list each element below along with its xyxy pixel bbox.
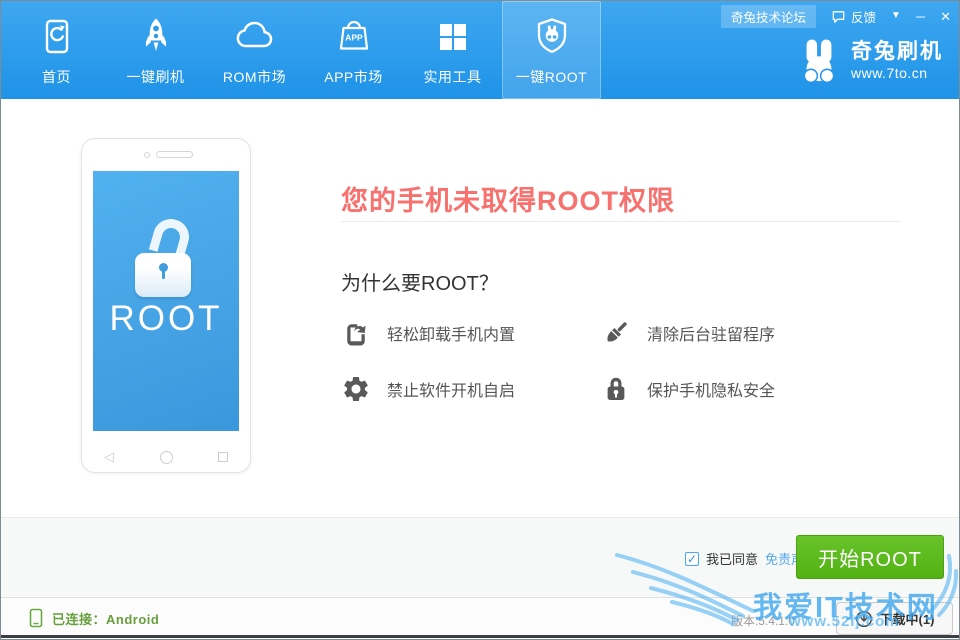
version-label: 版本:5.4.1.0	[731, 612, 795, 629]
close-button[interactable]: ✕	[940, 10, 951, 23]
window-controls: 奇兔技术论坛 反馈 ▼ ─ ✕	[721, 5, 951, 27]
phone-camera-dot	[144, 152, 150, 158]
brand-logo: 奇兔刷机 www.7to.cn	[797, 37, 943, 84]
gear-icon	[341, 374, 371, 404]
main-nav: 首页 一键刷机	[7, 1, 601, 99]
rabbit-logo-icon	[797, 37, 841, 84]
tab-one-key-root-label: 一键ROOT	[516, 67, 587, 87]
app-bag-text: APP	[345, 32, 363, 42]
download-button[interactable]: 下载中(1)	[836, 602, 953, 635]
cloud-icon	[232, 14, 278, 60]
screen-root-label: ROOT	[93, 299, 239, 339]
feature-label: 禁止软件开机自启	[387, 377, 515, 401]
footer-panel: ✓ 我已同意 免责声明 开始ROOT	[1, 517, 959, 597]
tab-home[interactable]: 首页	[7, 1, 106, 99]
home-refresh-icon	[34, 14, 80, 60]
tab-rom-market[interactable]: ROM市场	[205, 1, 304, 99]
android-home-icon	[160, 451, 173, 464]
chevron-down-icon[interactable]: ▼	[891, 11, 901, 21]
phone-connected-icon	[29, 608, 43, 628]
minimize-button[interactable]: ─	[916, 10, 925, 23]
feature-label: 保护手机隐私安全	[647, 377, 775, 401]
tab-rom-market-label: ROM市场	[223, 67, 286, 87]
app-window: 首页 一键刷机	[0, 0, 960, 640]
android-back-icon: ◁	[104, 449, 114, 465]
tab-one-key-root[interactable]: 一键ROOT	[502, 1, 601, 99]
tab-app-market[interactable]: APP APP市场	[304, 1, 403, 99]
tab-tools[interactable]: 实用工具	[403, 1, 502, 99]
agree-label: 我已同意	[706, 549, 758, 568]
tab-tools-label: 实用工具	[424, 67, 482, 87]
download-label: 下载中(1)	[880, 609, 935, 628]
feature-label: 轻松卸载手机内置	[387, 321, 515, 345]
feature-label: 清除后台驻留程序	[647, 321, 775, 345]
why-root-heading: 为什么要ROOT？	[341, 267, 499, 296]
keyhole-stem	[162, 270, 165, 279]
speech-bubble-icon	[831, 9, 846, 24]
download-icon	[855, 610, 873, 628]
phone-nav-buttons: ◁	[104, 447, 228, 467]
phone-earpiece-bar	[156, 151, 193, 158]
forum-button[interactable]: 奇兔技术论坛	[721, 5, 816, 28]
feedback-button[interactable]: 反馈	[831, 7, 876, 26]
main-content: ROOT ◁ 您的手机未取得ROOT权限 为什么要ROOT？ 轻松卸载手机内置	[1, 99, 959, 517]
lock-icon	[601, 374, 631, 404]
connection-status: 已连接：Android	[29, 608, 159, 628]
feature-clean: 清除后台驻留程序	[601, 313, 901, 353]
connection-label: 已连接：Android	[52, 609, 159, 628]
feature-uninstall: 轻松卸载手机内置	[341, 313, 601, 353]
uninstall-phone-icon	[341, 318, 371, 348]
header: 首页 一键刷机	[1, 1, 959, 99]
tab-flash-label: 一键刷机	[127, 67, 185, 87]
lock-body-icon	[135, 253, 191, 297]
feature-autostart: 禁止软件开机自启	[341, 369, 601, 409]
window-bottom-edge	[1, 635, 959, 638]
status-bar: 已连接：Android 版本:5.4.1.0 下载中(1)	[1, 597, 959, 638]
title-divider	[341, 221, 901, 222]
tab-app-market-label: APP市场	[324, 67, 383, 87]
phone-screen: ROOT	[93, 171, 239, 431]
tab-home-label: 首页	[42, 67, 71, 87]
app-bag-icon: APP	[331, 14, 377, 60]
android-recent-icon	[218, 452, 228, 462]
shield-rabbit-icon	[529, 14, 575, 60]
brand-url: www.7to.cn	[851, 65, 943, 81]
agree-checkbox[interactable]: ✓	[685, 552, 699, 566]
grid-icon	[430, 14, 476, 60]
tab-flash[interactable]: 一键刷机	[106, 1, 205, 99]
phone-illustration: ROOT ◁	[81, 138, 251, 473]
rocket-icon	[133, 14, 179, 60]
feature-list: 轻松卸载手机内置 清除后台驻留程序	[341, 313, 901, 409]
start-root-button[interactable]: 开始ROOT	[796, 535, 944, 579]
brand-name: 奇兔刷机	[851, 40, 943, 64]
feature-privacy: 保护手机隐私安全	[601, 369, 901, 409]
page-title: 您的手机未取得ROOT权限	[341, 179, 675, 218]
feedback-label: 反馈	[851, 7, 876, 26]
brush-icon	[601, 318, 631, 348]
